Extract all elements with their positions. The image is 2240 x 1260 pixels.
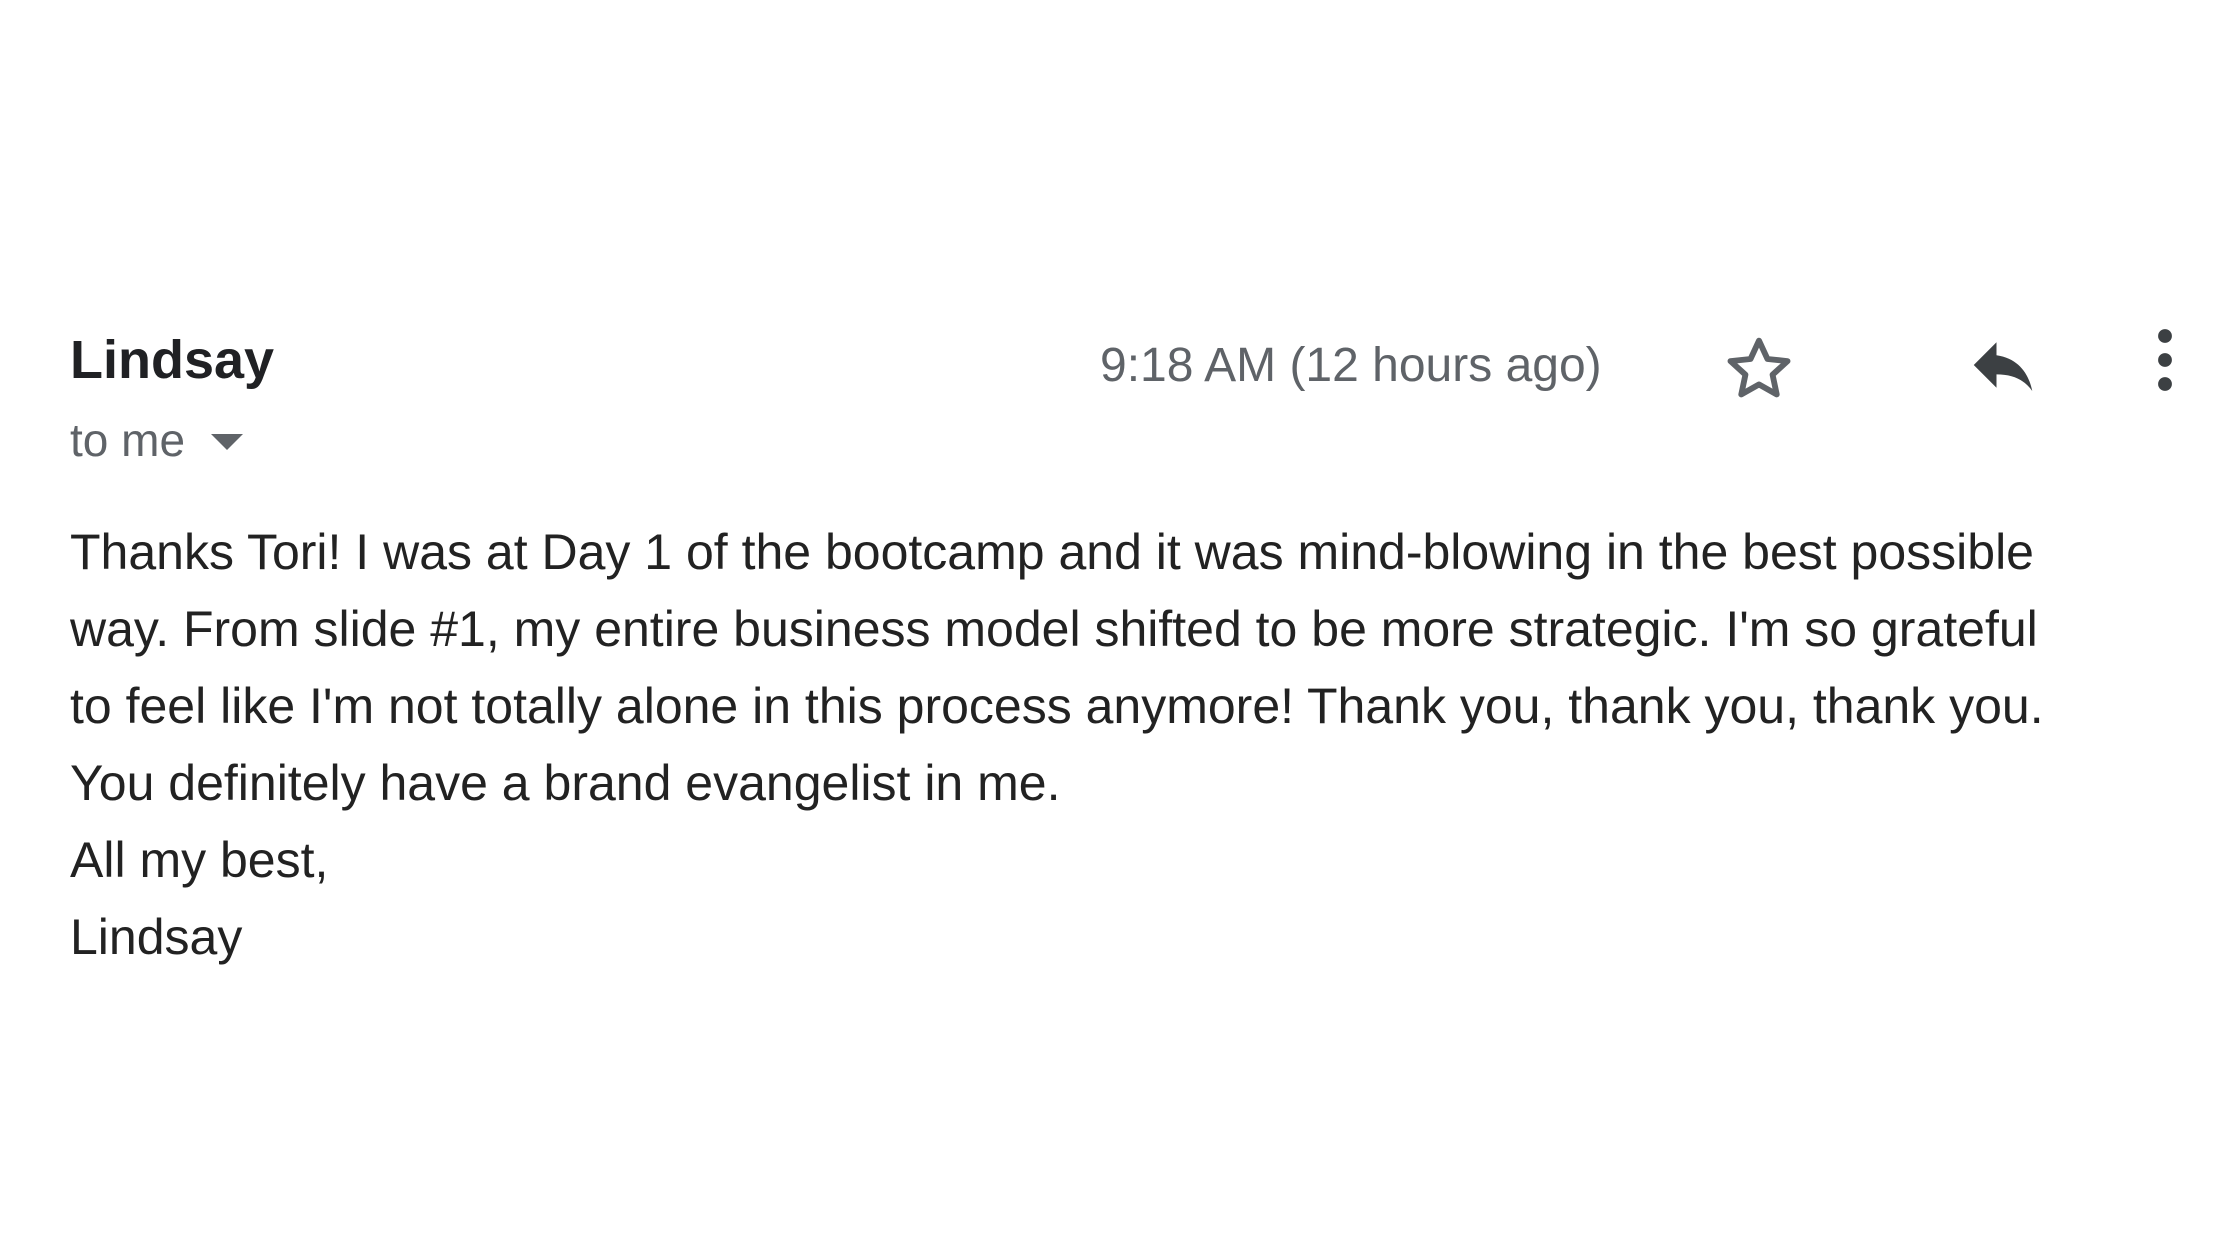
reply-button[interactable] — [1958, 320, 2048, 410]
recipient-details-toggle[interactable]: to me — [70, 410, 244, 470]
more-vert-icon — [2158, 329, 2172, 391]
email-message: Lindsay to me 9:18 AM (12 hours ago) Tha… — [0, 0, 2240, 1260]
body-line: Thanks Tori! I was at Day 1 of the bootc… — [70, 524, 2034, 580]
more-options-button[interactable] — [2140, 320, 2190, 400]
star-outline-icon — [1727, 337, 1791, 398]
reply-icon — [1973, 342, 2033, 391]
body-line: You definitely have a brand evangelist i… — [70, 755, 1061, 811]
sender-name[interactable]: Lindsay — [70, 326, 274, 394]
recipient-label: to me — [70, 414, 186, 466]
body-line: to feel like I'm not totally alone in th… — [70, 678, 2044, 734]
message-timestamp: 9:18 AM (12 hours ago) — [1100, 339, 1602, 392]
body-line: way. From slide #1, my entire business m… — [70, 601, 2038, 657]
signoff-line: All my best, — [70, 832, 329, 888]
signature-name: Lindsay — [70, 909, 243, 965]
caret-down-icon[interactable] — [211, 434, 244, 450]
message-body: Thanks Tori! I was at Day 1 of the bootc… — [70, 514, 2180, 976]
star-button[interactable] — [1714, 324, 1804, 414]
